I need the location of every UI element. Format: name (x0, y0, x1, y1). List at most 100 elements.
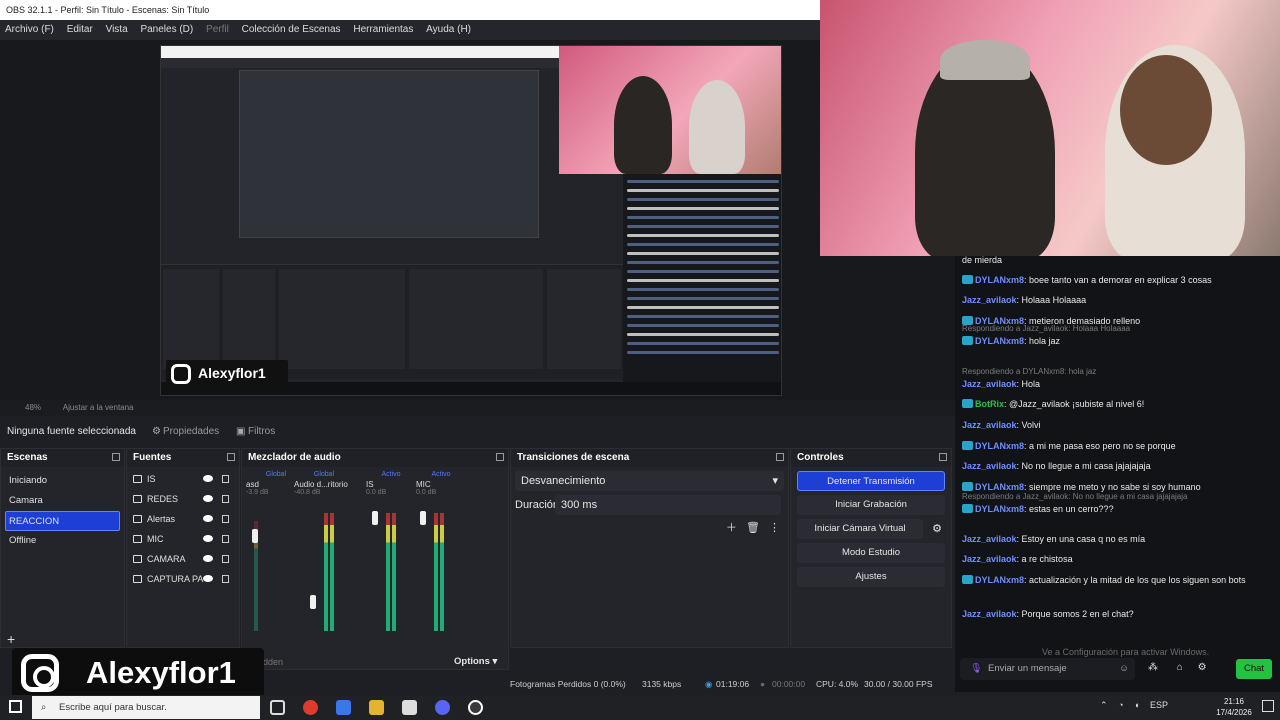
chat-username[interactable]: Jazz_avilaok (962, 609, 1017, 619)
undock-icon[interactable] (776, 453, 784, 461)
language-indicator[interactable]: ESP (1150, 700, 1168, 710)
chat-username[interactable]: Jazz_avilaok (962, 461, 1017, 471)
source-item[interactable]: Alertas (127, 509, 239, 529)
delete-transition-icon[interactable]: 🗑 (746, 522, 760, 534)
undock-icon[interactable] (496, 453, 504, 461)
scene-item-selected[interactable]: REACCION (5, 511, 120, 531)
notifications-icon[interactable] (1262, 700, 1274, 712)
duration-input[interactable]: 300 ms (555, 495, 781, 515)
lock-icon[interactable] (222, 575, 229, 583)
undock-icon[interactable] (112, 453, 120, 461)
start-recording-button[interactable]: Iniciar Grabación (797, 495, 945, 515)
stop-streaming-button[interactable]: Detener Transmisión (797, 471, 945, 491)
chat-message: Jazz_avilaok: Estoy en una casa q no es … (962, 533, 1272, 546)
chat-username[interactable]: DYLANxm8 (975, 504, 1024, 514)
menu-ayuda[interactable]: Ayuda (H) (421, 20, 476, 40)
eye-icon[interactable] (203, 555, 213, 562)
menu-perfil[interactable]: Perfil (201, 20, 234, 40)
chat-username[interactable]: Jazz_avilaok (962, 295, 1017, 305)
settings-icon[interactable]: ⚙ (1198, 662, 1207, 673)
menu-coleccion[interactable]: Colección de Escenas (237, 20, 346, 40)
filters-button[interactable]: Filtros (248, 420, 275, 444)
source-item[interactable]: CAMARA (127, 549, 239, 569)
taskbar-clock[interactable]: 21:16 17/4/2026 (1212, 696, 1256, 718)
chat-username[interactable]: Jazz_avilaok (962, 554, 1017, 564)
more-options-icon[interactable]: ⋮ (769, 522, 780, 534)
source-item[interactable]: CAPTURA PA (127, 569, 239, 589)
scene-item[interactable]: Iniciando (1, 471, 124, 491)
add-transition-icon[interactable]: ＋ (726, 522, 737, 534)
folder-icon[interactable] (369, 700, 384, 715)
start-virtual-camera-button[interactable]: Iniciar Cámara Virtual (797, 519, 923, 539)
chat-username[interactable]: BotRix (975, 399, 1004, 409)
settings-button[interactable]: Ajustes (797, 567, 945, 587)
store-app-icon[interactable] (402, 700, 417, 715)
gear-icon[interactable]: ⚙ (932, 522, 942, 535)
menu-paneles[interactable]: Paneles (D) (135, 20, 198, 40)
eye-icon[interactable] (203, 535, 213, 542)
taskbar-search[interactable]: ⌕ Escribe aquí para buscar. (32, 696, 260, 719)
chat-username[interactable]: Jazz_avilaok (962, 534, 1017, 544)
eye-icon[interactable] (203, 475, 213, 482)
chat-username[interactable]: DYLANxm8 (975, 575, 1024, 585)
volume-fader[interactable] (372, 511, 378, 525)
eye-icon[interactable] (203, 495, 213, 502)
chat-text: : hola jaz (1024, 336, 1061, 346)
undock-icon[interactable] (227, 453, 235, 461)
eye-icon[interactable] (203, 515, 213, 522)
lock-icon[interactable] (222, 475, 229, 483)
stream-preview[interactable] (160, 45, 782, 396)
lock-icon[interactable] (222, 495, 229, 503)
lock-icon[interactable] (222, 515, 229, 523)
mixer-options-button[interactable]: Options ▾ (454, 656, 497, 667)
chat-text: : a re chistosa (1016, 554, 1073, 564)
volume-fader[interactable] (420, 511, 426, 525)
transition-select[interactable]: Desvanecimiento ▾ (515, 471, 784, 491)
app-icon[interactable] (336, 700, 351, 715)
zoom-level[interactable]: 48% (25, 403, 41, 412)
undock-icon[interactable] (939, 453, 947, 461)
source-item[interactable]: REDES (127, 489, 239, 509)
lock-icon[interactable] (222, 535, 229, 543)
window-title: OBS 32.1.1 - Perfil: Sin Título - Escena… (6, 5, 210, 15)
menu-herramientas[interactable]: Herramientas (348, 20, 418, 40)
menu-editar[interactable]: Editar (62, 20, 98, 40)
chat-input[interactable]: Enviar un mensaje 🎙 ☺ (960, 658, 1135, 680)
chat-username[interactable]: DYLANxm8 (975, 336, 1024, 346)
properties-button[interactable]: Propiedades (163, 420, 219, 444)
emoji-icon[interactable]: ☺ (1119, 658, 1129, 680)
chat-username[interactable]: DYLANxm8 (975, 275, 1024, 285)
menu-archivo[interactable]: Archivo (F) (0, 20, 59, 40)
chat-send-button[interactable]: Chat (1236, 659, 1272, 679)
chrome-icon[interactable] (303, 700, 318, 715)
store-icon[interactable]: ⌂ (1177, 662, 1183, 673)
globe-icon (133, 515, 142, 523)
add-scene-button[interactable]: + (7, 631, 15, 647)
chat-username[interactable]: Jazz_avilaok (962, 420, 1017, 430)
chevron-up-icon[interactable]: ⌃ (1100, 700, 1108, 710)
studio-mode-button[interactable]: Modo Estudio (797, 543, 945, 563)
scene-item[interactable]: Camara (1, 491, 124, 511)
eye-icon[interactable] (203, 575, 213, 582)
obs-icon[interactable] (468, 700, 483, 715)
volume-icon[interactable]: ◖ (1134, 700, 1139, 710)
volume-fader[interactable] (310, 595, 316, 609)
chat-badge-icon (962, 575, 973, 584)
microphone-icon[interactable]: 🎙 (970, 658, 982, 680)
task-view-icon[interactable] (270, 700, 285, 715)
source-item[interactable]: MIC (127, 529, 239, 549)
wifi-icon[interactable]: ◔ (1118, 700, 1123, 710)
windows-start-icon[interactable] (9, 700, 22, 713)
chat-username[interactable]: DYLANxm8 (975, 441, 1024, 451)
source-item[interactable]: IS (127, 469, 239, 489)
menu-vista[interactable]: Vista (101, 20, 133, 40)
lock-icon[interactable] (222, 555, 229, 563)
volume-fader[interactable] (252, 529, 258, 543)
chat-text: : Hola (1016, 379, 1041, 389)
chat-username[interactable]: Jazz_avilaok (962, 379, 1017, 389)
scene-item[interactable]: Offline (1, 531, 124, 551)
bitrate: 3135 kbps (642, 679, 682, 689)
zoom-fit[interactable]: Ajustar a la ventana (63, 403, 134, 412)
discord-icon[interactable] (435, 700, 450, 715)
users-icon[interactable]: ⁂ (1148, 662, 1158, 673)
